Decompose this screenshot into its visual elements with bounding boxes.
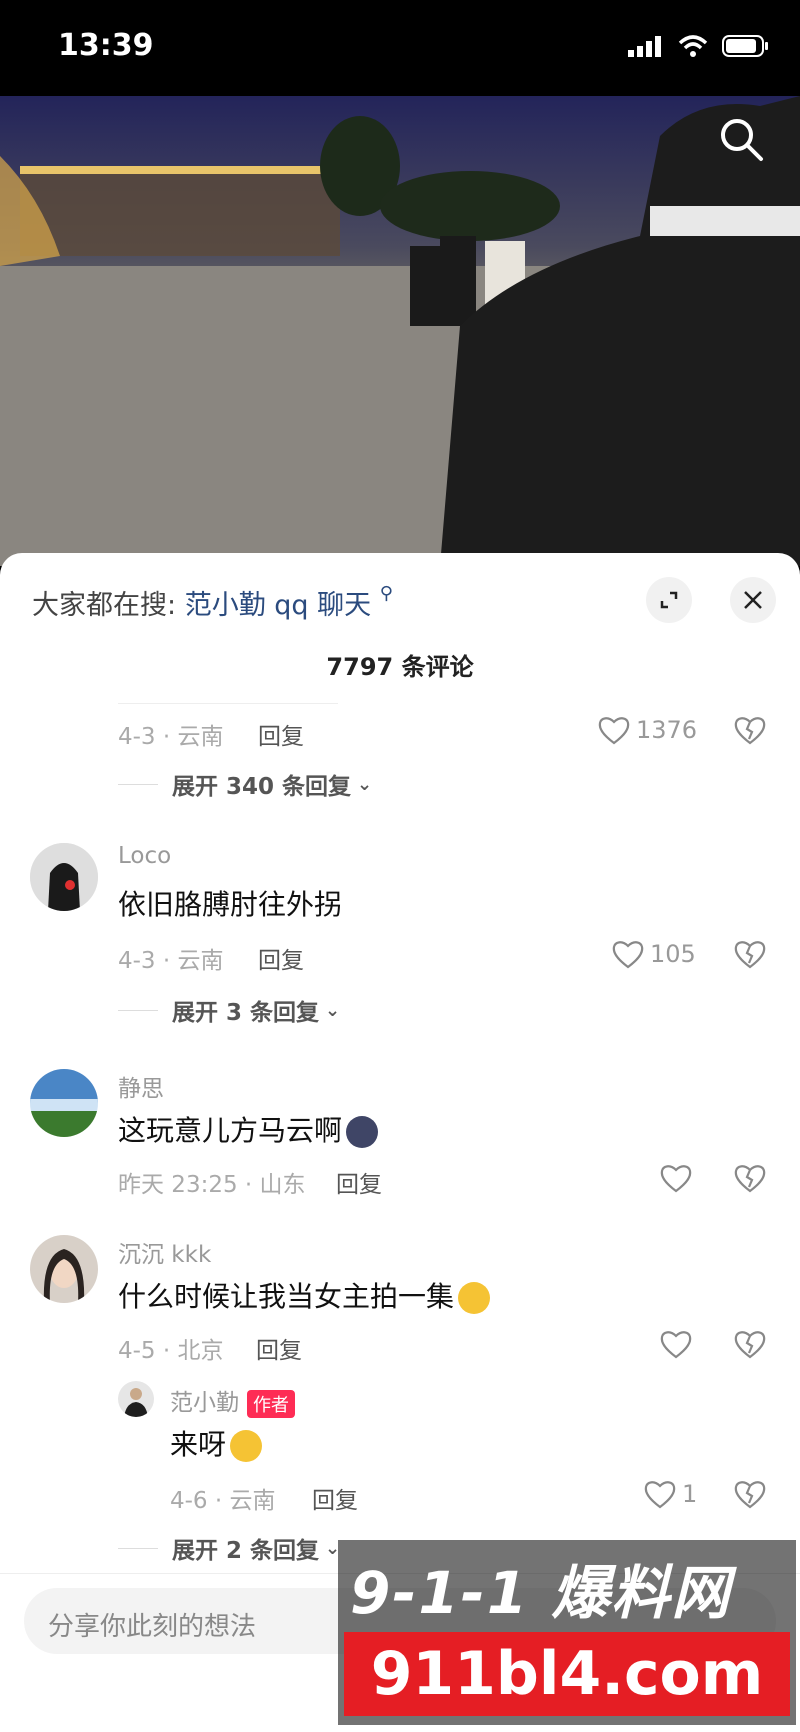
- avatar-image: [118, 1381, 154, 1417]
- expand-replies[interactable]: 展开 340 条回复 ⌄: [118, 767, 372, 801]
- watermark-url: 911bl4.com: [344, 1632, 790, 1716]
- dislike-icon[interactable]: [734, 1479, 766, 1509]
- reply-text-content: 来呀: [170, 1428, 227, 1461]
- expand-label: 展开 3 条回复: [172, 1000, 320, 1026]
- avatar-image: [30, 1069, 98, 1137]
- reply-username[interactable]: 范小勤 作者: [170, 1383, 295, 1418]
- search-small-icon: ⚲: [379, 583, 393, 604]
- like-button[interactable]: 1: [644, 1479, 697, 1509]
- avatar[interactable]: [30, 1069, 98, 1137]
- like-count: 1376: [636, 716, 698, 744]
- wifi-icon: [678, 35, 708, 57]
- hot-search-prefix: 大家都在搜:: [32, 590, 177, 621]
- reply-button[interactable]: 回复: [256, 1331, 302, 1365]
- avatar-image: [30, 843, 98, 911]
- expand-line: [118, 1547, 158, 1549]
- comment-count: 7797 条评论: [326, 653, 474, 681]
- video-frame-image: [0, 96, 800, 566]
- comment-username[interactable]: 静思: [118, 1069, 164, 1103]
- comment-username[interactable]: 沉沉 kkk: [118, 1235, 211, 1269]
- reply-button[interactable]: 回复: [336, 1165, 382, 1199]
- comment-text-content: 什么时候让我当女主拍一集: [118, 1280, 455, 1313]
- status-bar: 13:39: [0, 0, 800, 96]
- comment-meta: 4-3 · 云南: [118, 948, 224, 974]
- dislike-icon[interactable]: [734, 715, 766, 745]
- battery-icon: [722, 35, 768, 57]
- expand-line: [118, 1009, 158, 1011]
- heart-icon[interactable]: [660, 1329, 692, 1359]
- heart-icon[interactable]: [660, 1163, 692, 1193]
- reply-meta: 4-6 · 云南: [170, 1488, 276, 1514]
- like-button[interactable]: 105: [612, 939, 696, 969]
- like-button[interactable]: 1376: [598, 715, 697, 745]
- avatar-image: [30, 1235, 98, 1303]
- comment-meta: 昨天 23:25 · 山东: [118, 1172, 306, 1198]
- dislike-icon[interactable]: [734, 939, 766, 969]
- reply-button[interactable]: 回复: [258, 941, 304, 975]
- expand-label: 展开 340 条回复: [172, 774, 352, 800]
- heart-icon: [644, 1481, 676, 1509]
- status-icons: [628, 34, 770, 58]
- reply-text: 来呀: [170, 1423, 263, 1463]
- reply-button[interactable]: 回复: [312, 1481, 358, 1515]
- video-player[interactable]: [0, 96, 800, 566]
- reply-button[interactable]: 回复: [258, 717, 304, 751]
- signal-icon: [628, 36, 661, 57]
- author-badge: 作者: [247, 1389, 295, 1418]
- hot-search[interactable]: 大家都在搜: 范小勤 qq 聊天 ⚲: [32, 583, 393, 622]
- comment-text: 依旧胳膊肘往外拐: [118, 888, 343, 921]
- close-button[interactable]: [730, 577, 776, 623]
- dislike-icon[interactable]: [734, 1329, 766, 1359]
- avatar[interactable]: [30, 843, 98, 911]
- expand-replies[interactable]: 展开 2 条回复 ⌄: [118, 1531, 340, 1565]
- avatar[interactable]: [30, 1235, 98, 1303]
- comment-text: 这玩意儿方马云啊: [118, 1109, 379, 1149]
- emoji-icon: [346, 1116, 379, 1148]
- crying-emoji-icon: [458, 1282, 491, 1314]
- dislike-icon[interactable]: [734, 1163, 766, 1193]
- divider: [118, 703, 338, 704]
- expand-icon: [660, 591, 678, 609]
- comment-meta: 4-5 · 北京: [118, 1338, 224, 1364]
- chevron-down-icon: ⌄: [357, 773, 373, 795]
- chevron-down-icon: ⌄: [325, 999, 341, 1021]
- like-count: 1: [682, 1480, 698, 1508]
- expand-button[interactable]: [646, 577, 692, 623]
- watermark-logo-text: 9-1-1 爆料网: [350, 1559, 732, 1627]
- expand-replies[interactable]: 展开 3 条回复 ⌄: [118, 993, 340, 1027]
- watermark: 9-1-1 爆料网 911bl4.com: [338, 1540, 796, 1725]
- close-icon: [744, 591, 762, 609]
- like-count: 105: [650, 940, 696, 968]
- comment-text: 什么时候让我当女主拍一集: [118, 1275, 491, 1315]
- author-avatar[interactable]: [118, 1381, 154, 1417]
- search-icon[interactable]: [716, 114, 766, 164]
- status-time: 13:39: [58, 28, 154, 63]
- comment-meta: 4-3 · 云南: [118, 724, 224, 750]
- expand-line: [118, 783, 158, 785]
- heart-icon: [612, 941, 644, 969]
- comment-input-placeholder: 分享你此刻的想法: [48, 1612, 257, 1642]
- expand-label: 展开 2 条回复: [172, 1538, 320, 1564]
- comment-username[interactable]: Loco: [118, 843, 171, 869]
- heart-icon: [598, 717, 630, 745]
- grin-emoji-icon: [230, 1430, 263, 1462]
- reply-username-text: 范小勤: [170, 1390, 239, 1416]
- comment-text-content: 这玩意儿方马云啊: [118, 1114, 343, 1147]
- hot-search-keyword[interactable]: 范小勤 qq 聊天: [185, 590, 371, 621]
